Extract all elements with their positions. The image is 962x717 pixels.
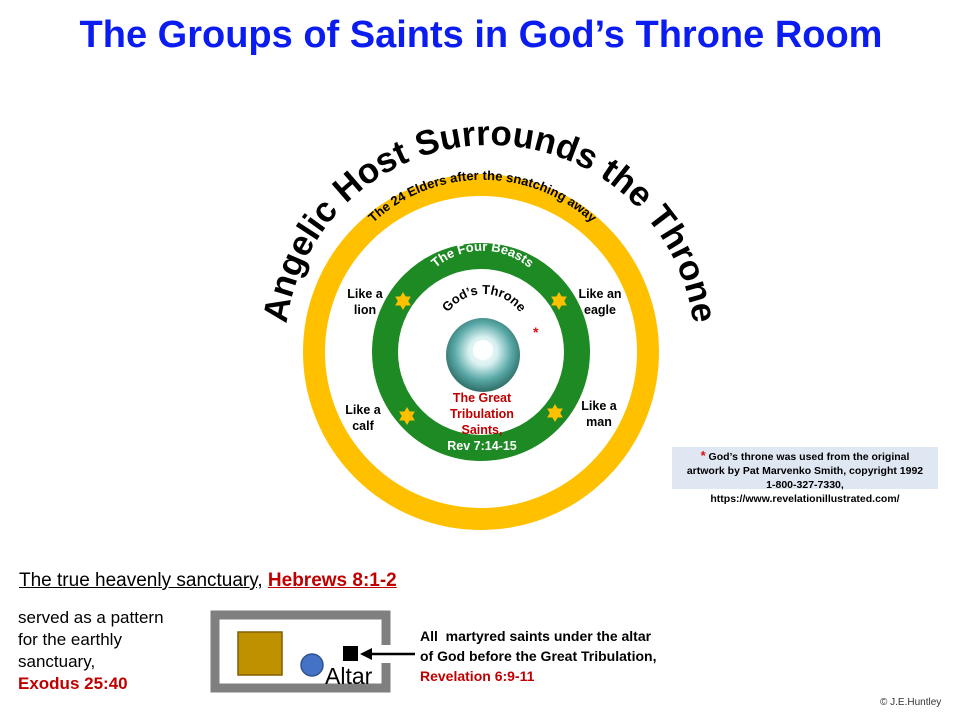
beast-eagle-line2: eagle: [584, 303, 616, 317]
laver-circle: [300, 653, 324, 677]
pattern-text: served as a pattern for the earthly sanc…: [18, 607, 164, 695]
artwork-credit-note: * God’s throne was used from the origina…: [672, 447, 938, 505]
throne-glow: [473, 340, 493, 360]
hebrews-reference: Hebrews 8:1-2: [267, 570, 397, 591]
credit-line3: 1-800-327-7330, https://www.revelationil…: [710, 479, 900, 505]
beast-eagle-label: Like an eagle: [570, 286, 630, 318]
heavenly-sanctuary-label: The true heavenly sanctuary,: [19, 570, 263, 591]
tribulation-line2: Tribulation: [450, 407, 514, 421]
throne-arc-text: God’s Throne: [439, 282, 529, 315]
beast-man-label: Like a man: [574, 398, 624, 430]
credit-line2: artwork by Pat Marvenko Smith, copyright…: [686, 465, 924, 477]
altar-label: Altar: [325, 663, 373, 689]
pattern-line3: sanctuary,: [18, 652, 96, 671]
credit-asterisk: *: [700, 448, 706, 463]
tribulation-saints-label: The Great Tribulation Saints,: [427, 390, 537, 438]
heavenly-sanctuary-line: The true heavenly sanctuary, Hebrews 8:1…: [19, 570, 397, 592]
copyright-text: © J.E.Huntley: [880, 697, 942, 708]
beast-lion-line2: lion: [353, 303, 377, 317]
tribulation-line1: The Great: [452, 391, 512, 405]
tribulation-reference: Rev 7:14-15: [447, 439, 517, 453]
arrow-head-icon: [360, 648, 372, 660]
beast-eagle-line1: Like an: [578, 287, 622, 301]
beast-lion-label: Like a lion: [340, 286, 390, 318]
beast-calf-label: Like a calf: [338, 402, 388, 434]
revelation-reference: Revelation 6:9-11: [420, 668, 535, 684]
martyred-saints-text: All martyred saints under the altar of G…: [420, 626, 656, 686]
ark-box: [237, 631, 283, 676]
martyr-line1: All martyred saints under the altar: [420, 628, 652, 644]
beast-man-line2: man: [586, 415, 612, 429]
beast-calf-line2: calf: [352, 419, 374, 433]
altar-square: [343, 646, 358, 661]
exodus-reference: Exodus 25:40: [18, 674, 128, 693]
tribulation-line3: Saints,: [461, 423, 503, 437]
credit-line1: God’s throne was used from the original: [708, 451, 910, 463]
beast-calf-line1: Like a: [345, 403, 381, 417]
beast-lion-line1: Like a: [347, 287, 383, 301]
throne-asterisk: *: [533, 324, 539, 340]
pattern-line1: served as a pattern: [18, 608, 164, 627]
pattern-line2: for the earthly: [18, 630, 122, 649]
martyr-line2: of God before the Great Tribulation,: [420, 648, 657, 664]
beast-man-line1: Like a: [581, 399, 617, 413]
